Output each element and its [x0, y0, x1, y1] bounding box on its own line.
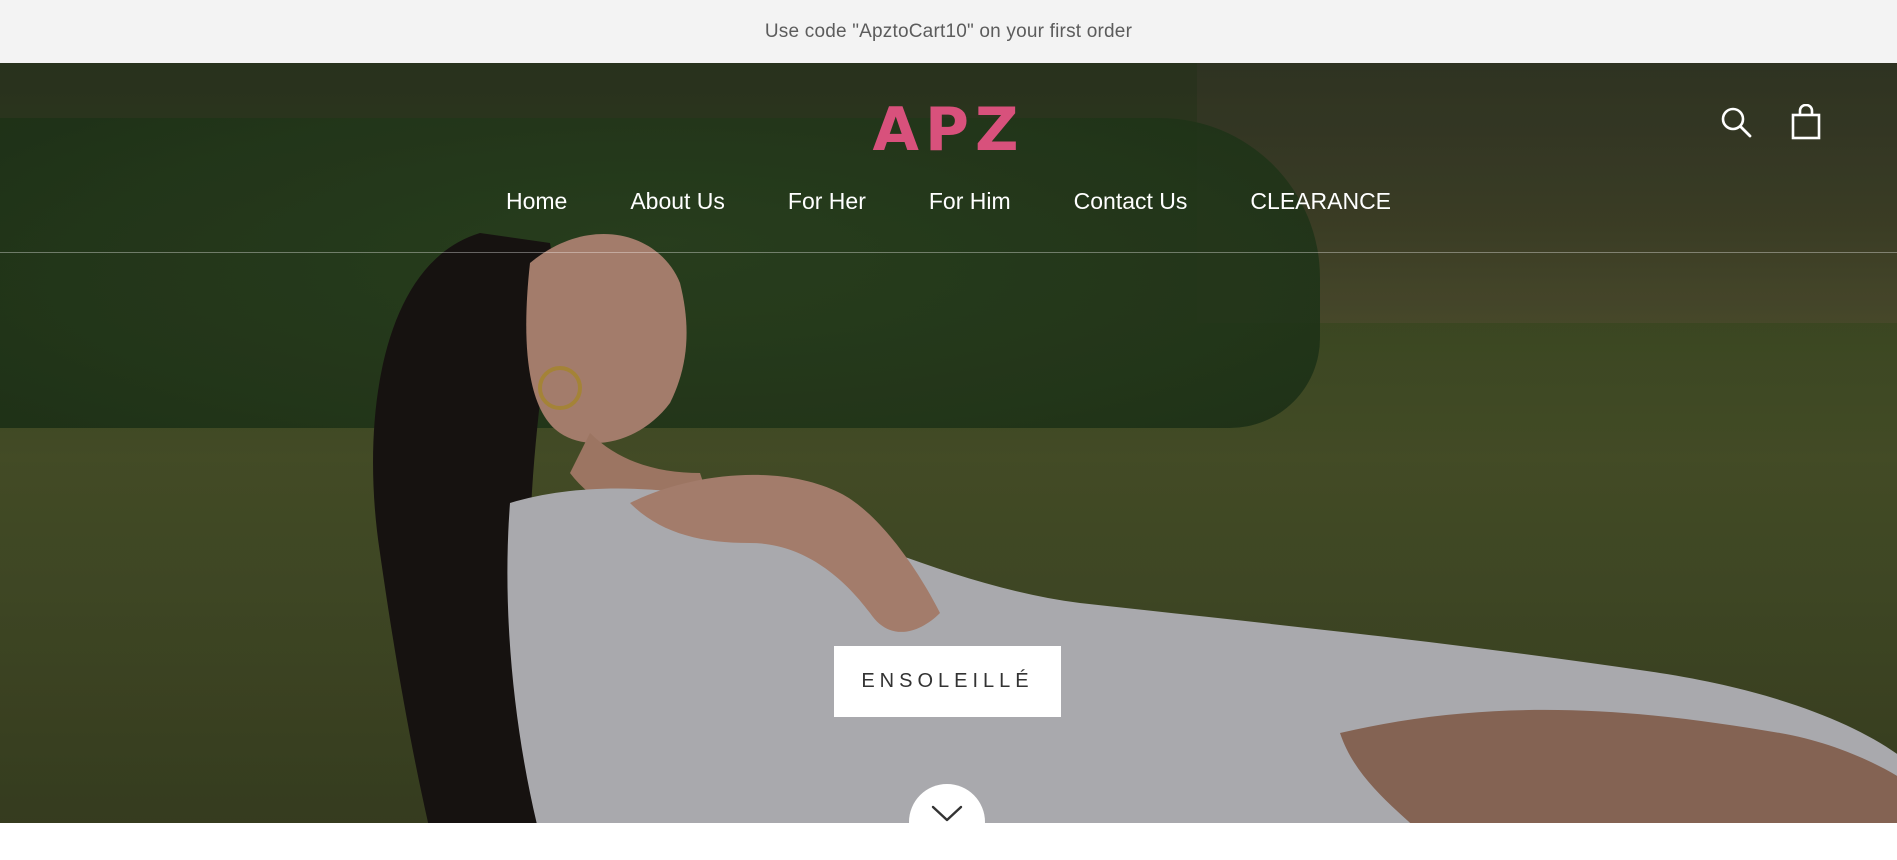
main-navigation: Home About Us For Her For Him Contact Us…: [0, 188, 1897, 215]
nav-item-for-him[interactable]: For Him: [929, 188, 1011, 215]
chevron-down-icon: [931, 805, 963, 822]
header-actions: [1719, 103, 1823, 141]
nav-item-for-her[interactable]: For Her: [788, 188, 866, 215]
search-icon[interactable]: [1719, 103, 1753, 141]
nav-item-about-us[interactable]: About Us: [630, 188, 725, 215]
nav-item-home[interactable]: Home: [506, 188, 567, 215]
scroll-down-button[interactable]: [909, 784, 985, 860]
brand-logo[interactable]: APZ: [0, 95, 1897, 165]
hero-cta-button[interactable]: ENSOLEILLÉ: [834, 646, 1061, 717]
nav-item-clearance[interactable]: CLEARANCE: [1250, 188, 1391, 215]
nav-divider: [0, 252, 1897, 253]
nav-item-contact-us[interactable]: Contact Us: [1074, 188, 1188, 215]
shopping-bag-icon[interactable]: [1789, 103, 1823, 141]
announcement-bar: Use code "ApztoCart10" on your first ord…: [0, 0, 1897, 63]
announcement-text: Use code "ApztoCart10" on your first ord…: [764, 20, 1133, 42]
